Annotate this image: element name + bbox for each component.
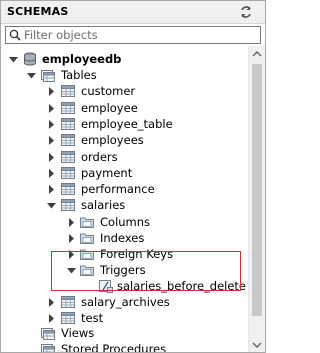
columns-label: Columns: [100, 215, 151, 229]
table-label: employee: [81, 101, 138, 115]
table-icon: [61, 117, 75, 131]
schema-tree: employeedb Tables customer employee empl…: [1, 47, 249, 353]
table-icon: [61, 295, 75, 309]
expand-arrow-icon[interactable]: [27, 71, 36, 80]
table-label: employee_table: [81, 117, 173, 131]
table-row[interactable]: customer: [1, 83, 249, 100]
search-icon: [9, 29, 21, 41]
expand-arrow-icon[interactable]: [47, 120, 56, 129]
expand-arrow-icon[interactable]: [47, 169, 56, 178]
table-row[interactable]: employee_table: [1, 116, 249, 133]
scrollbar-thumb[interactable]: [252, 64, 262, 316]
table-row[interactable]: performance: [1, 181, 249, 198]
filter-objects-input[interactable]: [24, 27, 258, 43]
table-icon: [61, 101, 75, 115]
tree-node-stored-procedures[interactable]: Stored Procedures: [1, 341, 249, 353]
schemas-header: SCHEMAS: [1, 1, 265, 24]
expand-arrow-icon[interactable]: [47, 201, 56, 210]
table-row[interactable]: orders: [1, 149, 249, 166]
tree-node-schema[interactable]: employeedb: [1, 51, 249, 68]
tables-folder-label: Tables: [61, 68, 97, 82]
scroll-up-icon[interactable]: [249, 46, 265, 62]
expand-arrow-icon[interactable]: [67, 218, 76, 227]
tree-node-indexes[interactable]: Indexes: [1, 230, 249, 247]
schema-name: employeedb: [42, 52, 122, 66]
database-icon: [23, 52, 37, 66]
columns-folder-icon: [80, 215, 94, 229]
expand-arrow-icon[interactable]: [47, 185, 56, 194]
table-icon: [61, 182, 75, 196]
tree-node-views[interactable]: Views: [1, 325, 249, 342]
stored-procedures-folder-icon: [41, 342, 55, 353]
table-icon: [61, 133, 75, 147]
tables-folder-icon: [41, 68, 55, 82]
tree-node-columns[interactable]: Columns: [1, 214, 249, 231]
table-row[interactable]: payment: [1, 165, 249, 182]
table-icon: [61, 150, 75, 164]
expand-arrow-icon[interactable]: [47, 298, 56, 307]
indexes-folder-icon: [80, 231, 94, 245]
table-label: performance: [81, 182, 155, 196]
views-folder-icon: [41, 326, 55, 340]
table-label: payment: [81, 166, 133, 180]
table-row[interactable]: employees: [1, 132, 249, 149]
table-icon: [61, 198, 75, 212]
refresh-icon[interactable]: [239, 5, 253, 19]
vertical-scrollbar[interactable]: [248, 46, 265, 353]
table-label: orders: [81, 150, 118, 164]
expand-arrow-icon[interactable]: [47, 87, 56, 96]
triggers-highlight-box: [51, 251, 241, 291]
expand-arrow-icon[interactable]: [67, 234, 76, 243]
expand-arrow-icon[interactable]: [47, 104, 56, 113]
table-icon: [61, 311, 75, 325]
table-row[interactable]: employee: [1, 100, 249, 117]
expand-arrow-icon[interactable]: [47, 153, 56, 162]
table-row[interactable]: salary_archives: [1, 294, 249, 311]
expand-arrow-icon[interactable]: [47, 314, 56, 323]
scroll-down-icon[interactable]: [249, 337, 265, 353]
expand-arrow-icon[interactable]: [9, 55, 18, 64]
table-label: employees: [81, 133, 144, 147]
views-label: Views: [61, 326, 95, 340]
table-label: salaries: [81, 198, 126, 212]
schemas-panel: SCHEMAS employeedb Tables custo: [0, 0, 266, 353]
table-label: customer: [81, 84, 136, 98]
tree-node-tables[interactable]: Tables: [1, 67, 249, 84]
table-icon: [61, 84, 75, 98]
table-row-salaries[interactable]: salaries: [1, 197, 249, 214]
panel-title: SCHEMAS: [7, 5, 69, 18]
filter-box: [5, 26, 261, 44]
indexes-label: Indexes: [100, 231, 145, 245]
table-icon: [61, 166, 75, 180]
table-label: salary_archives: [81, 295, 170, 309]
stored-procedures-label: Stored Procedures: [61, 342, 167, 353]
expand-arrow-icon[interactable]: [47, 136, 56, 145]
